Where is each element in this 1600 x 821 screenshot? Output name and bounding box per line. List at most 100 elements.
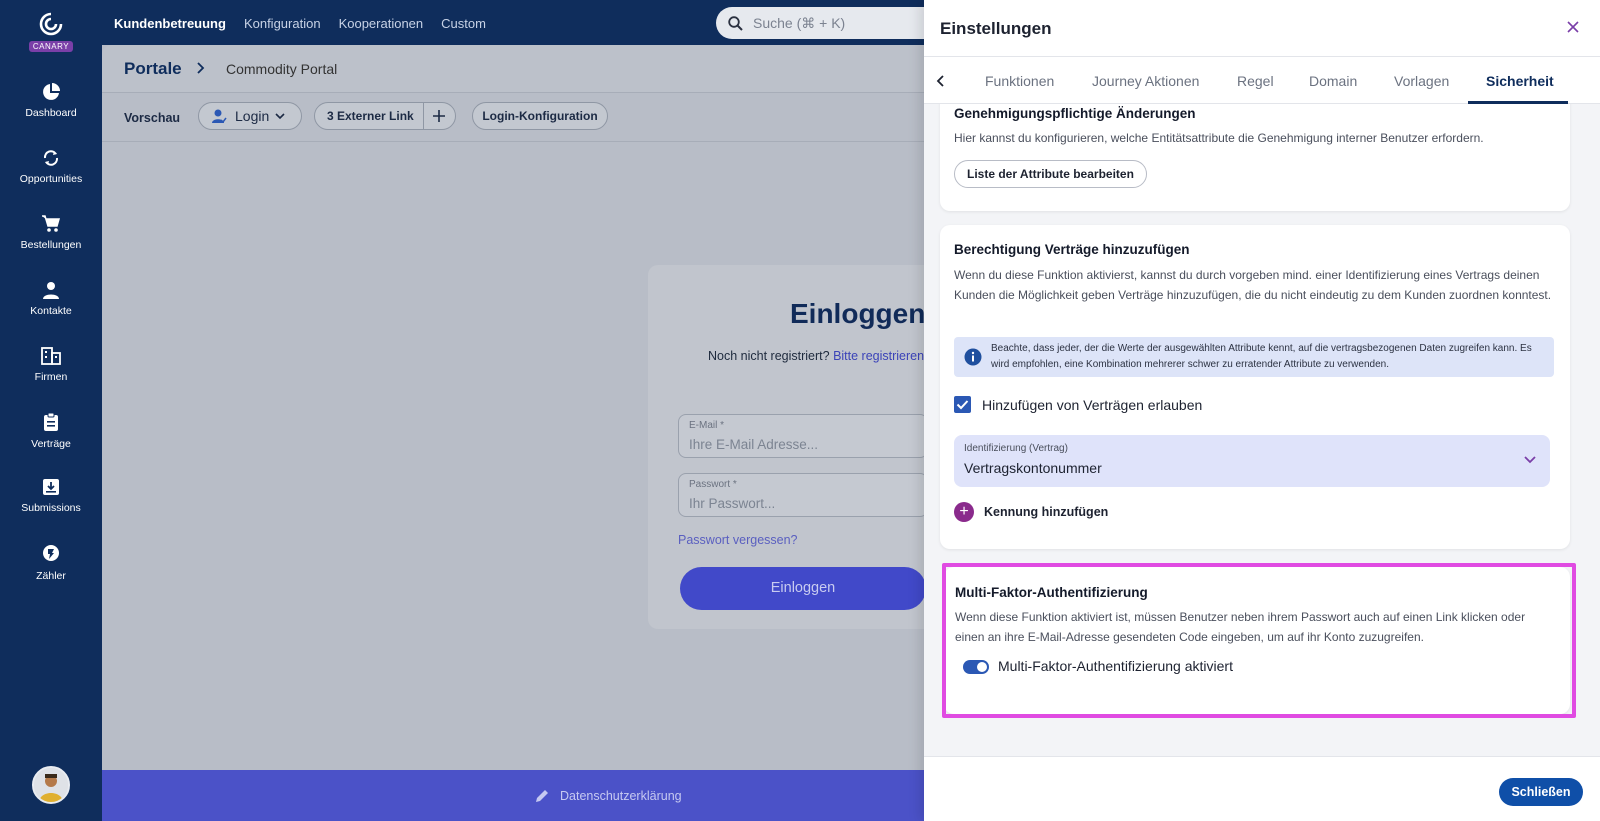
meter-icon [43, 545, 59, 561]
sidebar-item-firmen[interactable]: Firmen [0, 347, 102, 383]
sidebar-item-vertraege[interactable]: Verträge [0, 412, 102, 450]
approval-text: Hier kannst du konfigurieren, welche Ent… [954, 131, 1484, 145]
login-page-select[interactable]: Login [198, 102, 302, 130]
close-icon[interactable] [1566, 20, 1580, 34]
avatar[interactable] [32, 766, 70, 804]
password-placeholder: Ihr Passwort... [689, 496, 776, 511]
login-register-text: Noch nicht registriert? Bitte registrier… [708, 349, 924, 363]
add-identifier-label: Kennung hinzufügen [984, 505, 1109, 519]
sidebar-item-kontakte[interactable]: Kontakte [0, 281, 102, 317]
panel-content[interactable]: Genehmigungspflichtige Änderungen Hier k… [924, 104, 1600, 756]
topnav-kooperationen[interactable]: Kooperationen [339, 16, 424, 31]
app-logo[interactable]: CANARY [28, 12, 74, 54]
login-button[interactable]: Einloggen [680, 567, 926, 610]
external-link-pill: 3 Externer Link [314, 102, 456, 130]
email-label: E-Mail * [689, 420, 725, 431]
tab-regel[interactable]: Regel [1237, 73, 1274, 89]
login-title: Einloggen [790, 298, 926, 329]
contracts-text: Wenn du diese Funktion aktivierst, kanns… [954, 268, 1552, 302]
login-config-label: Login-Konfiguration [482, 109, 598, 123]
privacy-label: Datenschutzerklärung [560, 789, 682, 803]
top-nav: Kundenbetreuung Konfiguration Kooperatione… [114, 16, 504, 31]
topnav-konfiguration[interactable]: Konfiguration [244, 16, 321, 31]
close-button[interactable]: Schließen [1499, 778, 1583, 806]
checkmark-icon [956, 400, 969, 410]
settings-tabs: Funktionen Journey Aktionen Regel Domain… [924, 57, 1600, 104]
preview-toolbar: Vorschau Login 3 Externer Link Login-Kon… [102, 94, 925, 142]
allow-contracts-checkbox[interactable] [954, 396, 971, 413]
topnav-custom[interactable]: Custom [441, 16, 486, 31]
chevron-down-icon [275, 113, 285, 120]
chevron-left-icon[interactable] [936, 74, 946, 88]
user-avatar-icon [34, 768, 68, 802]
sidebar-item-label: Firmen [34, 371, 68, 383]
info-alert: Beachte, dass jeder, der die Werte der a… [954, 337, 1554, 377]
logo-badge: CANARY [28, 41, 74, 52]
forgot-password-link[interactable]: Passwort vergessen? [678, 533, 798, 547]
login-pill-label: Login [235, 108, 270, 124]
pencil-icon [536, 790, 548, 802]
panel-footer: Schließen [924, 756, 1600, 821]
tab-domain[interactable]: Domain [1309, 73, 1357, 89]
building-icon [41, 347, 61, 365]
search-placeholder: Suche (⌘ + K) [753, 14, 846, 31]
add-identifier-button[interactable]: + Kennung hinzufügen [954, 502, 1108, 522]
topnav-kundenbetreuung[interactable]: Kundenbetreuung [114, 16, 226, 31]
sidebar-item-submissions[interactable]: Submissions [0, 478, 102, 514]
external-link-button[interactable]: 3 Externer Link [315, 103, 424, 129]
breadcrumb: Portale Commodity Portal [102, 45, 925, 93]
info-icon [964, 348, 982, 366]
breadcrumb-portale[interactable]: Portale [124, 59, 182, 79]
sidebar-item-label: Dashboard [25, 107, 77, 119]
approval-card: Genehmigungspflichtige Änderungen Hier k… [940, 104, 1570, 211]
password-label: Passwort * [689, 479, 737, 490]
privacy-link[interactable]: Datenschutzerklärung [534, 788, 682, 804]
tab-sicherheit[interactable]: Sicherheit [1486, 73, 1554, 89]
canary-logo-icon [39, 12, 63, 36]
sidebar-item-label: Zähler [36, 570, 66, 582]
register-link[interactable]: Bitte registrieren [833, 349, 924, 363]
inbox-icon [43, 479, 59, 495]
sidebar-item-label: Bestellungen [20, 239, 82, 251]
user-check-icon [212, 109, 227, 124]
refresh-icon [43, 150, 59, 166]
identification-value: Vertragskontonummer [964, 460, 1102, 476]
identification-select[interactable]: Identifizierung (Vertrag) Vertragskonton… [954, 435, 1550, 487]
panel-title: Einstellungen [940, 19, 1052, 38]
portal-footer: Datenschutzerklärung [102, 770, 925, 821]
plus-icon [433, 109, 446, 122]
settings-panel: Einstellungen Funktionen Journey Aktione… [924, 0, 1600, 821]
sidebar-item-label: Verträge [31, 438, 71, 450]
email-placeholder: Ihre E-Mail Adresse... [689, 437, 819, 452]
edit-attributes-button[interactable]: Liste der Attribute bearbeiten [954, 160, 1147, 188]
info-text: Beachte, dass jeder, der die Werte der a… [991, 343, 1532, 370]
preview-label: Vorschau [124, 111, 181, 125]
panel-header: Einstellungen [924, 0, 1600, 57]
sidebar-item-zaehler[interactable]: Zähler [0, 544, 102, 582]
contracts-title: Berechtigung Verträge hinzuzufügen [954, 242, 1190, 257]
sidebar-item-label: Submissions [21, 502, 81, 514]
plus-circle-icon: + [954, 502, 974, 522]
chevron-right-icon [197, 62, 205, 74]
sidebar-item-opportunities[interactable]: Opportunities [0, 149, 102, 185]
not-registered-text: Noch nicht registriert? [708, 349, 830, 363]
add-link-button[interactable] [424, 105, 456, 128]
approval-title: Genehmigungspflichtige Änderungen [954, 106, 1196, 121]
allow-contracts-label[interactable]: Hinzufügen von Verträgen erlauben [982, 397, 1202, 413]
sidebar-item-label: Kontakte [30, 305, 72, 317]
search-input[interactable]: Suche (⌘ + K) [716, 7, 946, 39]
email-field[interactable]: E-Mail * Ihre E-Mail Adresse... [678, 414, 928, 458]
tab-journey-aktionen[interactable]: Journey Aktionen [1092, 73, 1199, 89]
pie-chart-icon [43, 83, 60, 100]
sidebar-item-bestellungen[interactable]: Bestellungen [0, 215, 102, 251]
chevron-down-icon [1524, 456, 1536, 464]
cart-icon [42, 215, 60, 232]
password-field[interactable]: Passwort * Ihr Passwort... [678, 473, 928, 517]
login-config-button[interactable]: Login-Konfiguration [472, 102, 608, 130]
search-icon [728, 15, 743, 31]
tab-vorlagen[interactable]: Vorlagen [1394, 73, 1449, 89]
clipboard-icon [44, 412, 58, 431]
sidebar-item-dashboard[interactable]: Dashboard [0, 83, 102, 119]
tab-funktionen[interactable]: Funktionen [985, 73, 1054, 89]
sidebar-item-label: Opportunities [19, 173, 83, 185]
